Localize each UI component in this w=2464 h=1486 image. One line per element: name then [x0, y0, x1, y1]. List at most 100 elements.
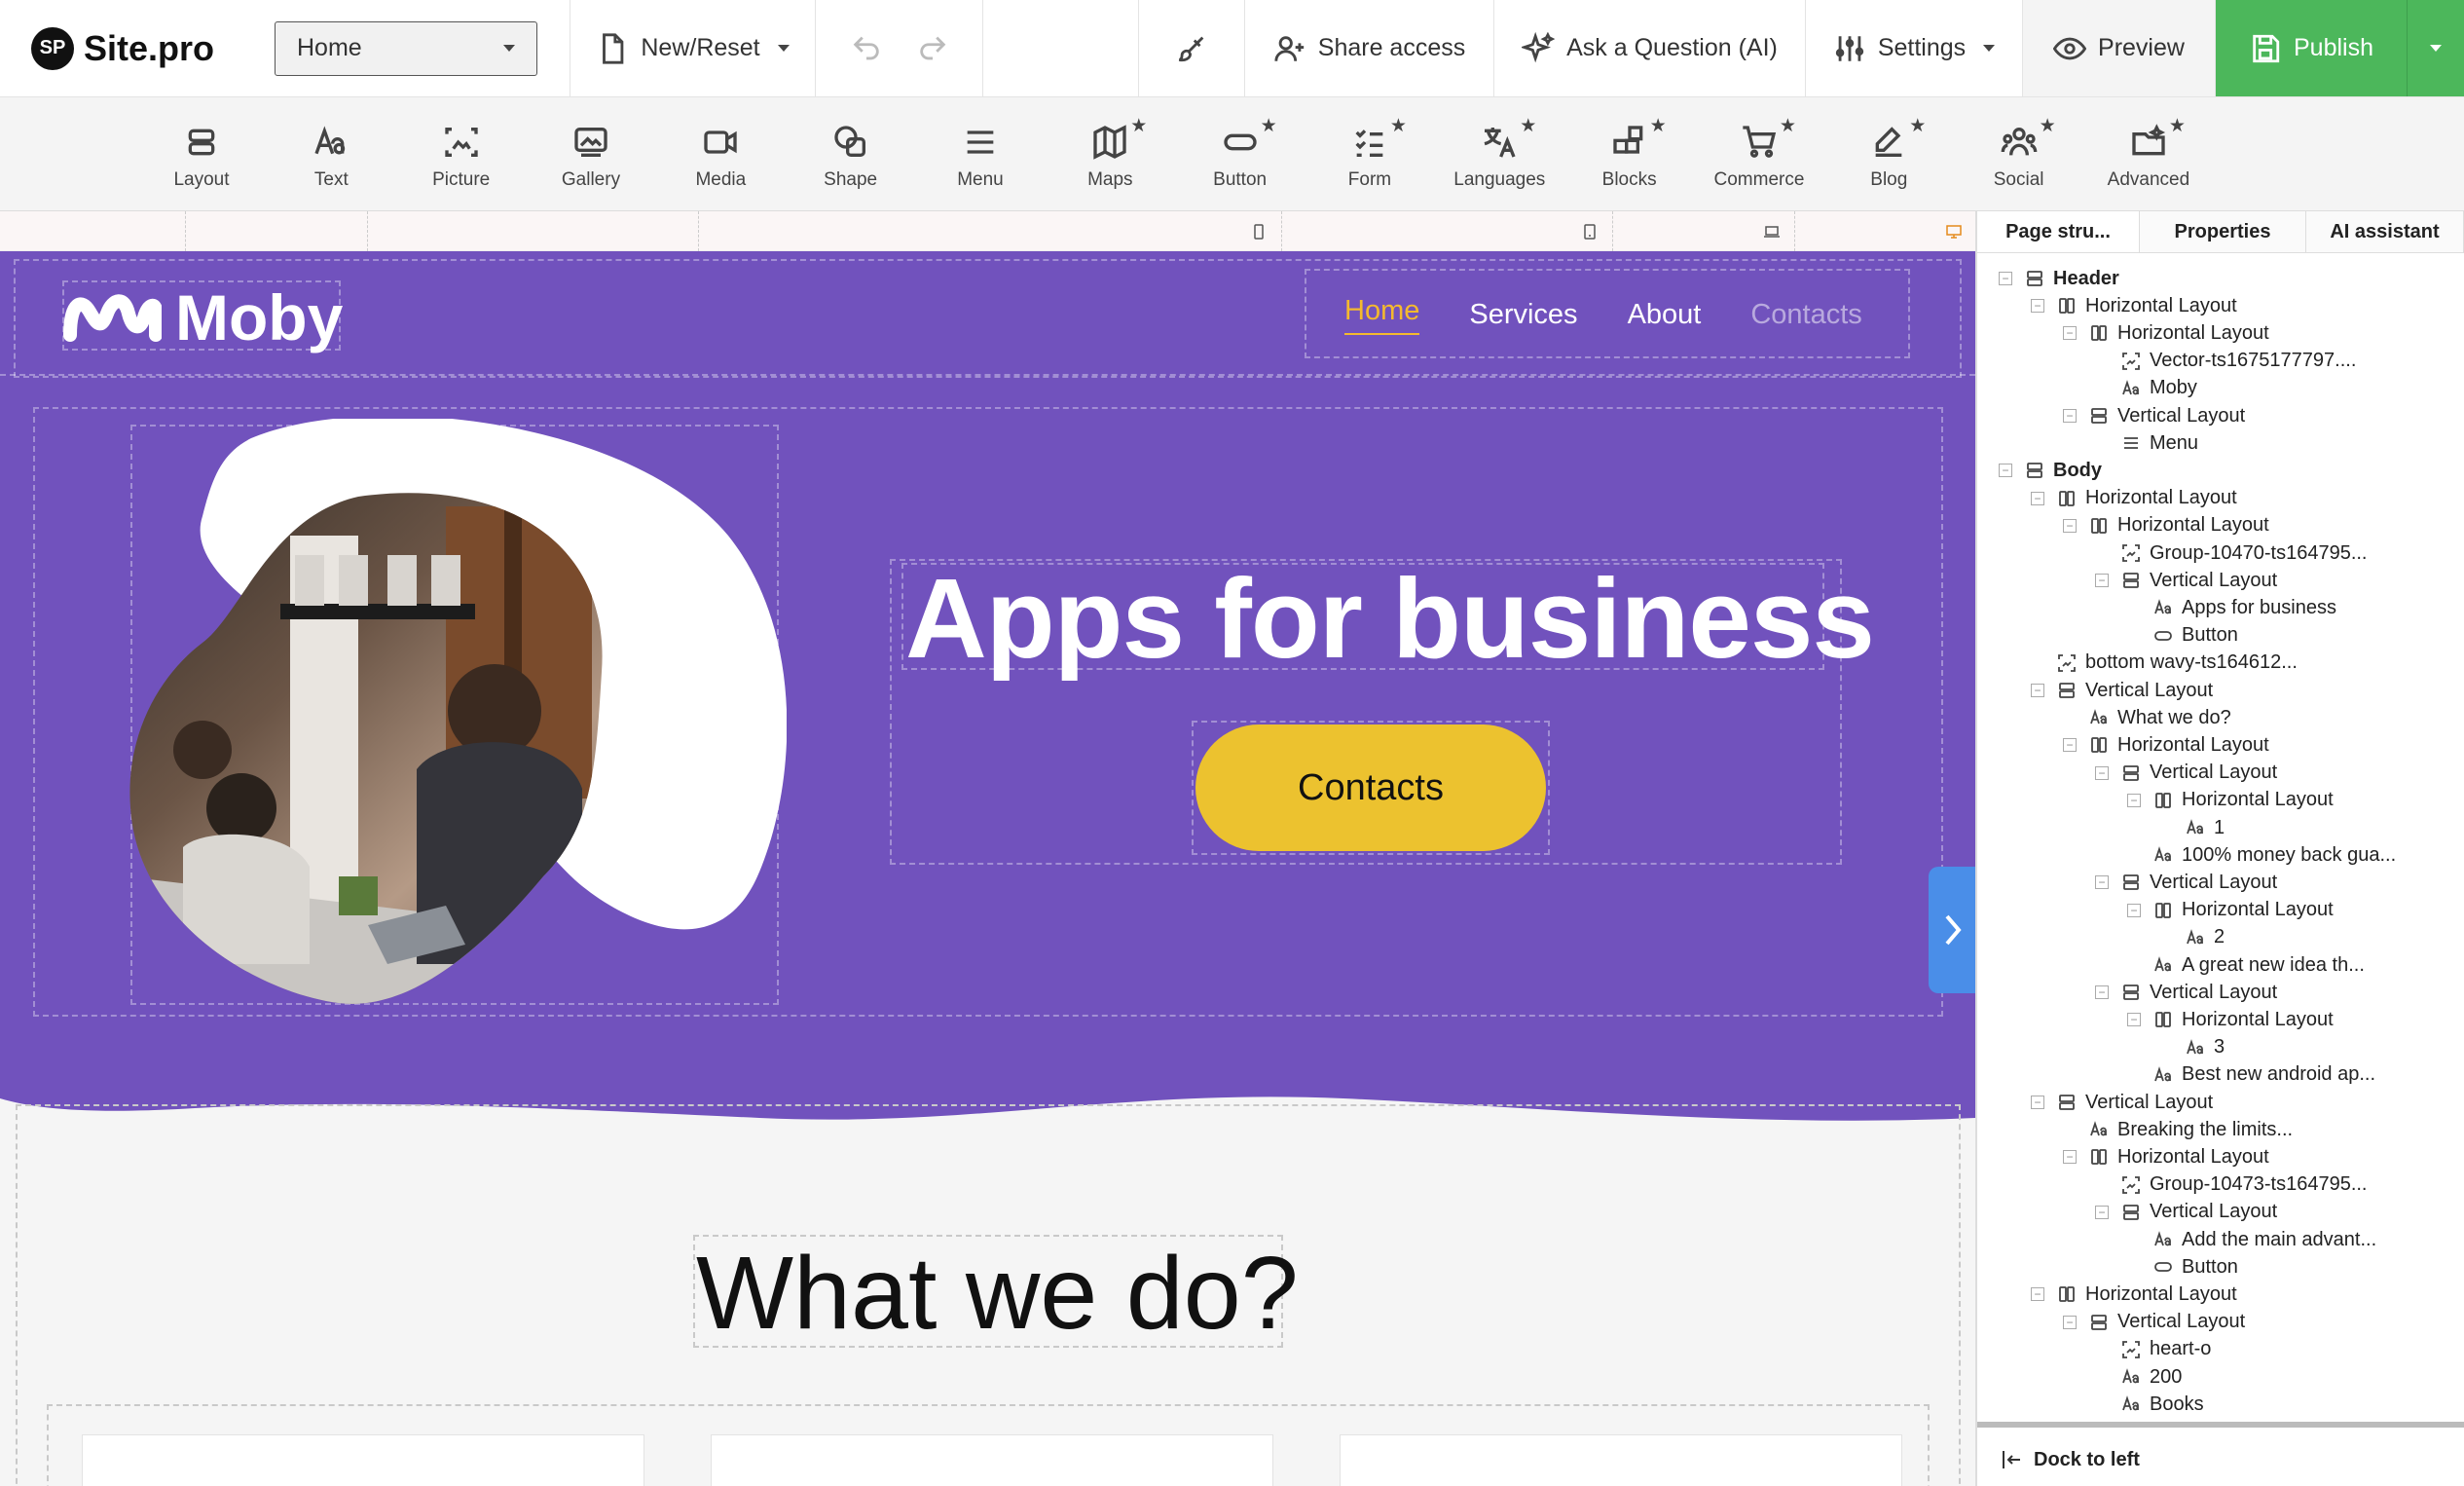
new-reset-button[interactable]: New/Reset	[570, 0, 816, 96]
tree-node[interactable]: bottom wavy-ts164612...	[2031, 650, 2298, 677]
share-access-button[interactable]: Share access	[1245, 0, 1494, 96]
nav-item-home[interactable]: Home	[1344, 295, 1420, 335]
collapse-toggle-icon[interactable]: −	[2095, 875, 2109, 890]
feature-card[interactable]	[1340, 1434, 1902, 1486]
tool-button[interactable]: Button ★	[1182, 97, 1299, 211]
tree-node[interactable]: − Body	[1999, 457, 2102, 484]
publish-button[interactable]: Publish	[2216, 0, 2407, 96]
page-select[interactable]: Home	[275, 20, 537, 76]
tool-commerce[interactable]: Commerce ★	[1701, 97, 1818, 211]
tree-node[interactable]: 2	[2159, 924, 2225, 951]
collapse-toggle-icon[interactable]: −	[1999, 464, 2012, 478]
collapse-toggle-icon[interactable]: −	[2095, 574, 2109, 588]
collapse-toggle-icon[interactable]: −	[2063, 1150, 2077, 1165]
app-logo[interactable]: SP Site.pro	[0, 0, 275, 96]
nav-item-services[interactable]: Services	[1469, 299, 1577, 331]
tool-blog[interactable]: Blog ★	[1830, 97, 1947, 211]
hero-headline[interactable]: Apps for business	[905, 553, 1875, 684]
collapse-toggle-icon[interactable]: −	[2063, 1315, 2077, 1329]
tree-node[interactable]: Group-10470-ts164795...	[2095, 539, 2368, 567]
panel-tab-1[interactable]: Properties	[2140, 211, 2306, 252]
tree-node[interactable]: 3	[2159, 1034, 2225, 1061]
design-button[interactable]	[1139, 0, 1245, 96]
tree-node[interactable]: Add the main advant...	[2127, 1226, 2376, 1253]
moby-logo[interactable]: Moby	[62, 280, 343, 354]
ask-question-button[interactable]: Ask a Question (AI)	[1494, 0, 1806, 96]
tool-gallery[interactable]: Gallery	[533, 97, 649, 211]
tree-node[interactable]: − Vertical Layout	[2095, 760, 2277, 787]
tree-node[interactable]: − Header	[1999, 265, 2119, 292]
tree-node[interactable]: − Horizontal Layout	[2063, 319, 2269, 347]
section-title[interactable]: What we do?	[696, 1235, 1299, 1353]
tree-node[interactable]: Best new android ap...	[2127, 1061, 2375, 1089]
tree-node[interactable]: − Vertical Layout	[2031, 677, 2213, 704]
tool-blocks[interactable]: Blocks ★	[1571, 97, 1688, 211]
collapse-toggle-icon[interactable]: −	[2063, 326, 2077, 341]
tree-node[interactable]: Apps for business	[2127, 594, 2336, 621]
tree-node[interactable]: − Horizontal Layout	[2127, 1006, 2334, 1033]
hero-section[interactable]: Moby Home Services About Contacts Apps f…	[0, 251, 1975, 1084]
tree-node[interactable]: Vector-ts1675177797....	[2095, 348, 2356, 375]
nav-item-about[interactable]: About	[1628, 299, 1702, 331]
collapse-toggle-icon[interactable]: −	[2031, 491, 2044, 505]
tree-node[interactable]: − Vertical Layout	[2031, 1089, 2213, 1116]
collapse-toggle-icon[interactable]: −	[2127, 903, 2141, 917]
tree-node[interactable]: A great new idea th...	[2127, 951, 2365, 979]
collapse-toggle-icon[interactable]: −	[2031, 684, 2044, 697]
collapse-toggle-icon[interactable]: −	[2095, 985, 2109, 1000]
tool-media[interactable]: Media	[662, 97, 779, 211]
tree-node[interactable]: − Vertical Layout	[2095, 567, 2277, 594]
desktop-icon[interactable]	[1944, 222, 1964, 241]
tree-node[interactable]: − Vertical Layout	[2063, 1309, 2245, 1336]
tree-node[interactable]: 100% money back gua...	[2127, 841, 2396, 869]
preview-button[interactable]: Preview	[2023, 0, 2216, 96]
hero-image[interactable]	[125, 419, 787, 1022]
tree-node[interactable]: Button	[2127, 622, 2238, 650]
tool-shape[interactable]: Shape	[792, 97, 909, 211]
laptop-icon[interactable]	[1762, 222, 1782, 241]
tool-picture[interactable]: Picture	[403, 97, 520, 211]
collapse-toggle-icon[interactable]: −	[1999, 272, 2012, 285]
tool-social[interactable]: Social ★	[1961, 97, 2078, 211]
settings-button[interactable]: Settings	[1806, 0, 2023, 96]
redo-icon[interactable]	[916, 32, 949, 65]
tree-node[interactable]: − Horizontal Layout	[2063, 1143, 2269, 1170]
panel-tab-0[interactable]: Page stru...	[1977, 211, 2140, 252]
tree-node[interactable]: Button	[2127, 1253, 2238, 1281]
tool-maps[interactable]: Maps ★	[1051, 97, 1168, 211]
feature-card[interactable]	[82, 1434, 644, 1486]
panel-scrollbar[interactable]	[1977, 1422, 2464, 1428]
tree-node[interactable]: Breaking the limits...	[2063, 1116, 2293, 1143]
publish-options-button[interactable]	[2407, 0, 2464, 96]
collapse-toggle-icon[interactable]: −	[2095, 765, 2109, 780]
collapse-toggle-icon[interactable]: −	[2063, 409, 2077, 423]
tool-languages[interactable]: Languages ★	[1441, 97, 1558, 211]
collapse-toggle-icon[interactable]: −	[2095, 1205, 2109, 1219]
tree-node[interactable]: − Horizontal Layout	[2031, 292, 2237, 319]
feature-card[interactable]	[711, 1434, 1273, 1486]
collapse-toggle-icon[interactable]: −	[2127, 1013, 2141, 1027]
tree-node[interactable]: − Vertical Layout	[2095, 869, 2277, 896]
panel-tab-2[interactable]: AI assistant	[2306, 211, 2464, 252]
tree-node[interactable]: − Horizontal Layout	[2031, 485, 2237, 512]
collapse-toggle-icon[interactable]: −	[2031, 299, 2044, 314]
tree-node[interactable]: Moby	[2095, 375, 2197, 402]
tree-node[interactable]: − Vertical Layout	[2063, 402, 2245, 429]
tree-node[interactable]: − Horizontal Layout	[2127, 897, 2334, 924]
tree-node[interactable]: What we do?	[2063, 704, 2231, 731]
collapse-toggle-icon[interactable]: −	[2031, 1096, 2044, 1109]
undo-icon[interactable]	[850, 32, 883, 65]
collapse-toggle-icon[interactable]: −	[2063, 518, 2077, 533]
editor-canvas[interactable]: Moby Home Services About Contacts Apps f…	[0, 251, 1975, 1486]
collapse-toggle-icon[interactable]: −	[2031, 1287, 2044, 1302]
tree-node[interactable]: Group-10473-ts164795...	[2095, 1171, 2368, 1199]
tree-node[interactable]: − Horizontal Layout	[2031, 1281, 2237, 1308]
tree-node[interactable]: − Vertical Layout	[2095, 979, 2277, 1006]
expand-panel-tab[interactable]	[1929, 867, 1975, 993]
collapse-toggle-icon[interactable]: −	[2127, 793, 2141, 807]
tree-node[interactable]: 200	[2095, 1363, 2182, 1391]
contacts-cta-button[interactable]: Contacts	[1195, 724, 1546, 851]
tree-node[interactable]: − Horizontal Layout	[2127, 787, 2334, 814]
tree-node[interactable]: heart-o	[2095, 1336, 2211, 1363]
tool-form[interactable]: Form ★	[1311, 97, 1428, 211]
